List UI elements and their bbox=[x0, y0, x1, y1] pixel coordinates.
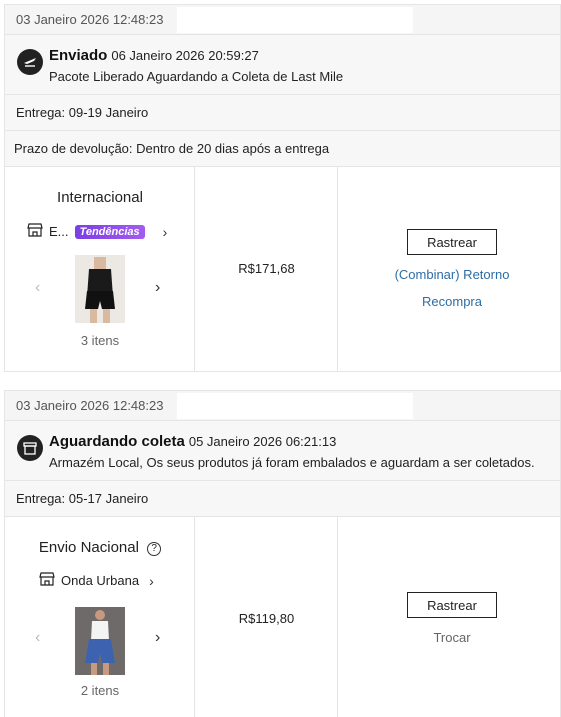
shipping-type-row: Envio Nacional ? bbox=[5, 539, 195, 556]
shipping-type: Internacional bbox=[57, 189, 143, 206]
chevron-right-icon: › bbox=[149, 572, 154, 589]
order-card: 03 Janeiro 2026 12:48:23 Enviado 06 Janei… bbox=[4, 4, 561, 372]
chevron-left-icon[interactable]: ‹ bbox=[35, 279, 40, 297]
status-time: 06 Janeiro 2026 20:59:27 bbox=[111, 48, 259, 63]
track-button[interactable]: Rastrear bbox=[407, 229, 497, 255]
status-time: 05 Janeiro 2026 06:21:13 bbox=[188, 434, 337, 449]
return-text: Prazo de devolução: Dentro de 20 dias ap… bbox=[14, 141, 330, 156]
store-icon bbox=[39, 572, 55, 589]
order-header: 03 Janeiro 2026 12:48:23 bbox=[5, 5, 560, 35]
store-link[interactable]: E... Tendências › bbox=[27, 223, 167, 240]
status-description: Armazém Local, Os seus produtos já foram… bbox=[49, 455, 535, 470]
status-label: Enviado bbox=[49, 47, 108, 64]
track-button[interactable]: Rastrear bbox=[407, 592, 497, 618]
order-items-row: Internacional E... Tendências › ‹ › 3 it… bbox=[5, 167, 560, 371]
return-deadline: Prazo de devolução: Dentro de 20 dias ap… bbox=[5, 131, 560, 167]
store-icon bbox=[27, 223, 43, 240]
product-thumbnail[interactable] bbox=[75, 255, 125, 323]
store-link[interactable]: Onda Urbana › bbox=[39, 572, 154, 589]
status-label: Aguardando coleta bbox=[49, 433, 185, 450]
box-icon bbox=[17, 435, 43, 461]
help-icon[interactable]: ? bbox=[147, 542, 162, 556]
price-column: R$119,80 bbox=[195, 517, 338, 717]
status-title: Enviado 06 Janeiro 2026 20:59:27 bbox=[49, 47, 259, 64]
chevron-left-icon[interactable]: ‹ bbox=[35, 629, 40, 647]
shipping-type: Envio Nacional bbox=[38, 539, 139, 556]
order-number-redacted bbox=[177, 393, 413, 419]
order-number-redacted bbox=[177, 7, 413, 33]
delivery-text: Entrega: 05-17 Janeiro bbox=[16, 491, 149, 506]
delivery-estimate: Entrega: 05-17 Janeiro bbox=[5, 481, 560, 517]
item-column: Internacional E... Tendências › ‹ › 3 it… bbox=[5, 167, 195, 371]
items-count: 3 itens bbox=[80, 333, 120, 348]
delivery-estimate: Entrega: 09-19 Janeiro bbox=[5, 95, 560, 131]
store-name: E... bbox=[49, 224, 69, 239]
shipment-status: Enviado 06 Janeiro 2026 20:59:27 Pacote L… bbox=[5, 35, 560, 95]
rebuy-link[interactable]: Recompra bbox=[338, 294, 561, 309]
actions-column: Rastrear (Combinar) Retorno Recompra bbox=[338, 167, 560, 371]
combine-return-link[interactable]: (Combinar) Retorno bbox=[338, 267, 561, 282]
delivery-text: Entrega: 09-19 Janeiro bbox=[16, 105, 149, 120]
order-date: 03 Janeiro 2026 12:48:23 bbox=[16, 12, 164, 27]
order-date: 03 Janeiro 2026 12:48:23 bbox=[16, 398, 164, 413]
exchange-link[interactable]: Trocar bbox=[338, 630, 561, 645]
order-header: 03 Janeiro 2026 12:48:23 bbox=[5, 391, 560, 421]
order-card: 03 Janeiro 2026 12:48:23 Aguardando cole… bbox=[4, 390, 561, 717]
shipment-status: Aguardando coleta 05 Janeiro 2026 06:21:1… bbox=[5, 421, 560, 481]
chevron-right-icon[interactable]: › bbox=[155, 279, 160, 297]
order-price: R$171,68 bbox=[238, 261, 295, 276]
order-items-row: Envio Nacional ? Onda Urbana › ‹ › 2 ite… bbox=[5, 517, 560, 717]
actions-column: Rastrear Trocar bbox=[338, 517, 560, 717]
store-name: Onda Urbana bbox=[61, 573, 140, 588]
trend-badge: Tendências bbox=[74, 224, 145, 239]
product-thumbnail[interactable] bbox=[75, 607, 125, 675]
plane-icon bbox=[17, 49, 43, 75]
price-column: R$171,68 bbox=[195, 167, 338, 371]
order-price: R$119,80 bbox=[238, 611, 295, 626]
chevron-right-icon: › bbox=[162, 223, 168, 240]
chevron-right-icon[interactable]: › bbox=[155, 629, 160, 647]
item-column: Envio Nacional ? Onda Urbana › ‹ › 2 ite… bbox=[5, 517, 195, 717]
status-title: Aguardando coleta 05 Janeiro 2026 06:21:1… bbox=[49, 433, 336, 450]
items-count: 2 itens bbox=[80, 683, 120, 698]
status-description: Pacote Liberado Aguardando a Coleta de L… bbox=[49, 69, 344, 84]
